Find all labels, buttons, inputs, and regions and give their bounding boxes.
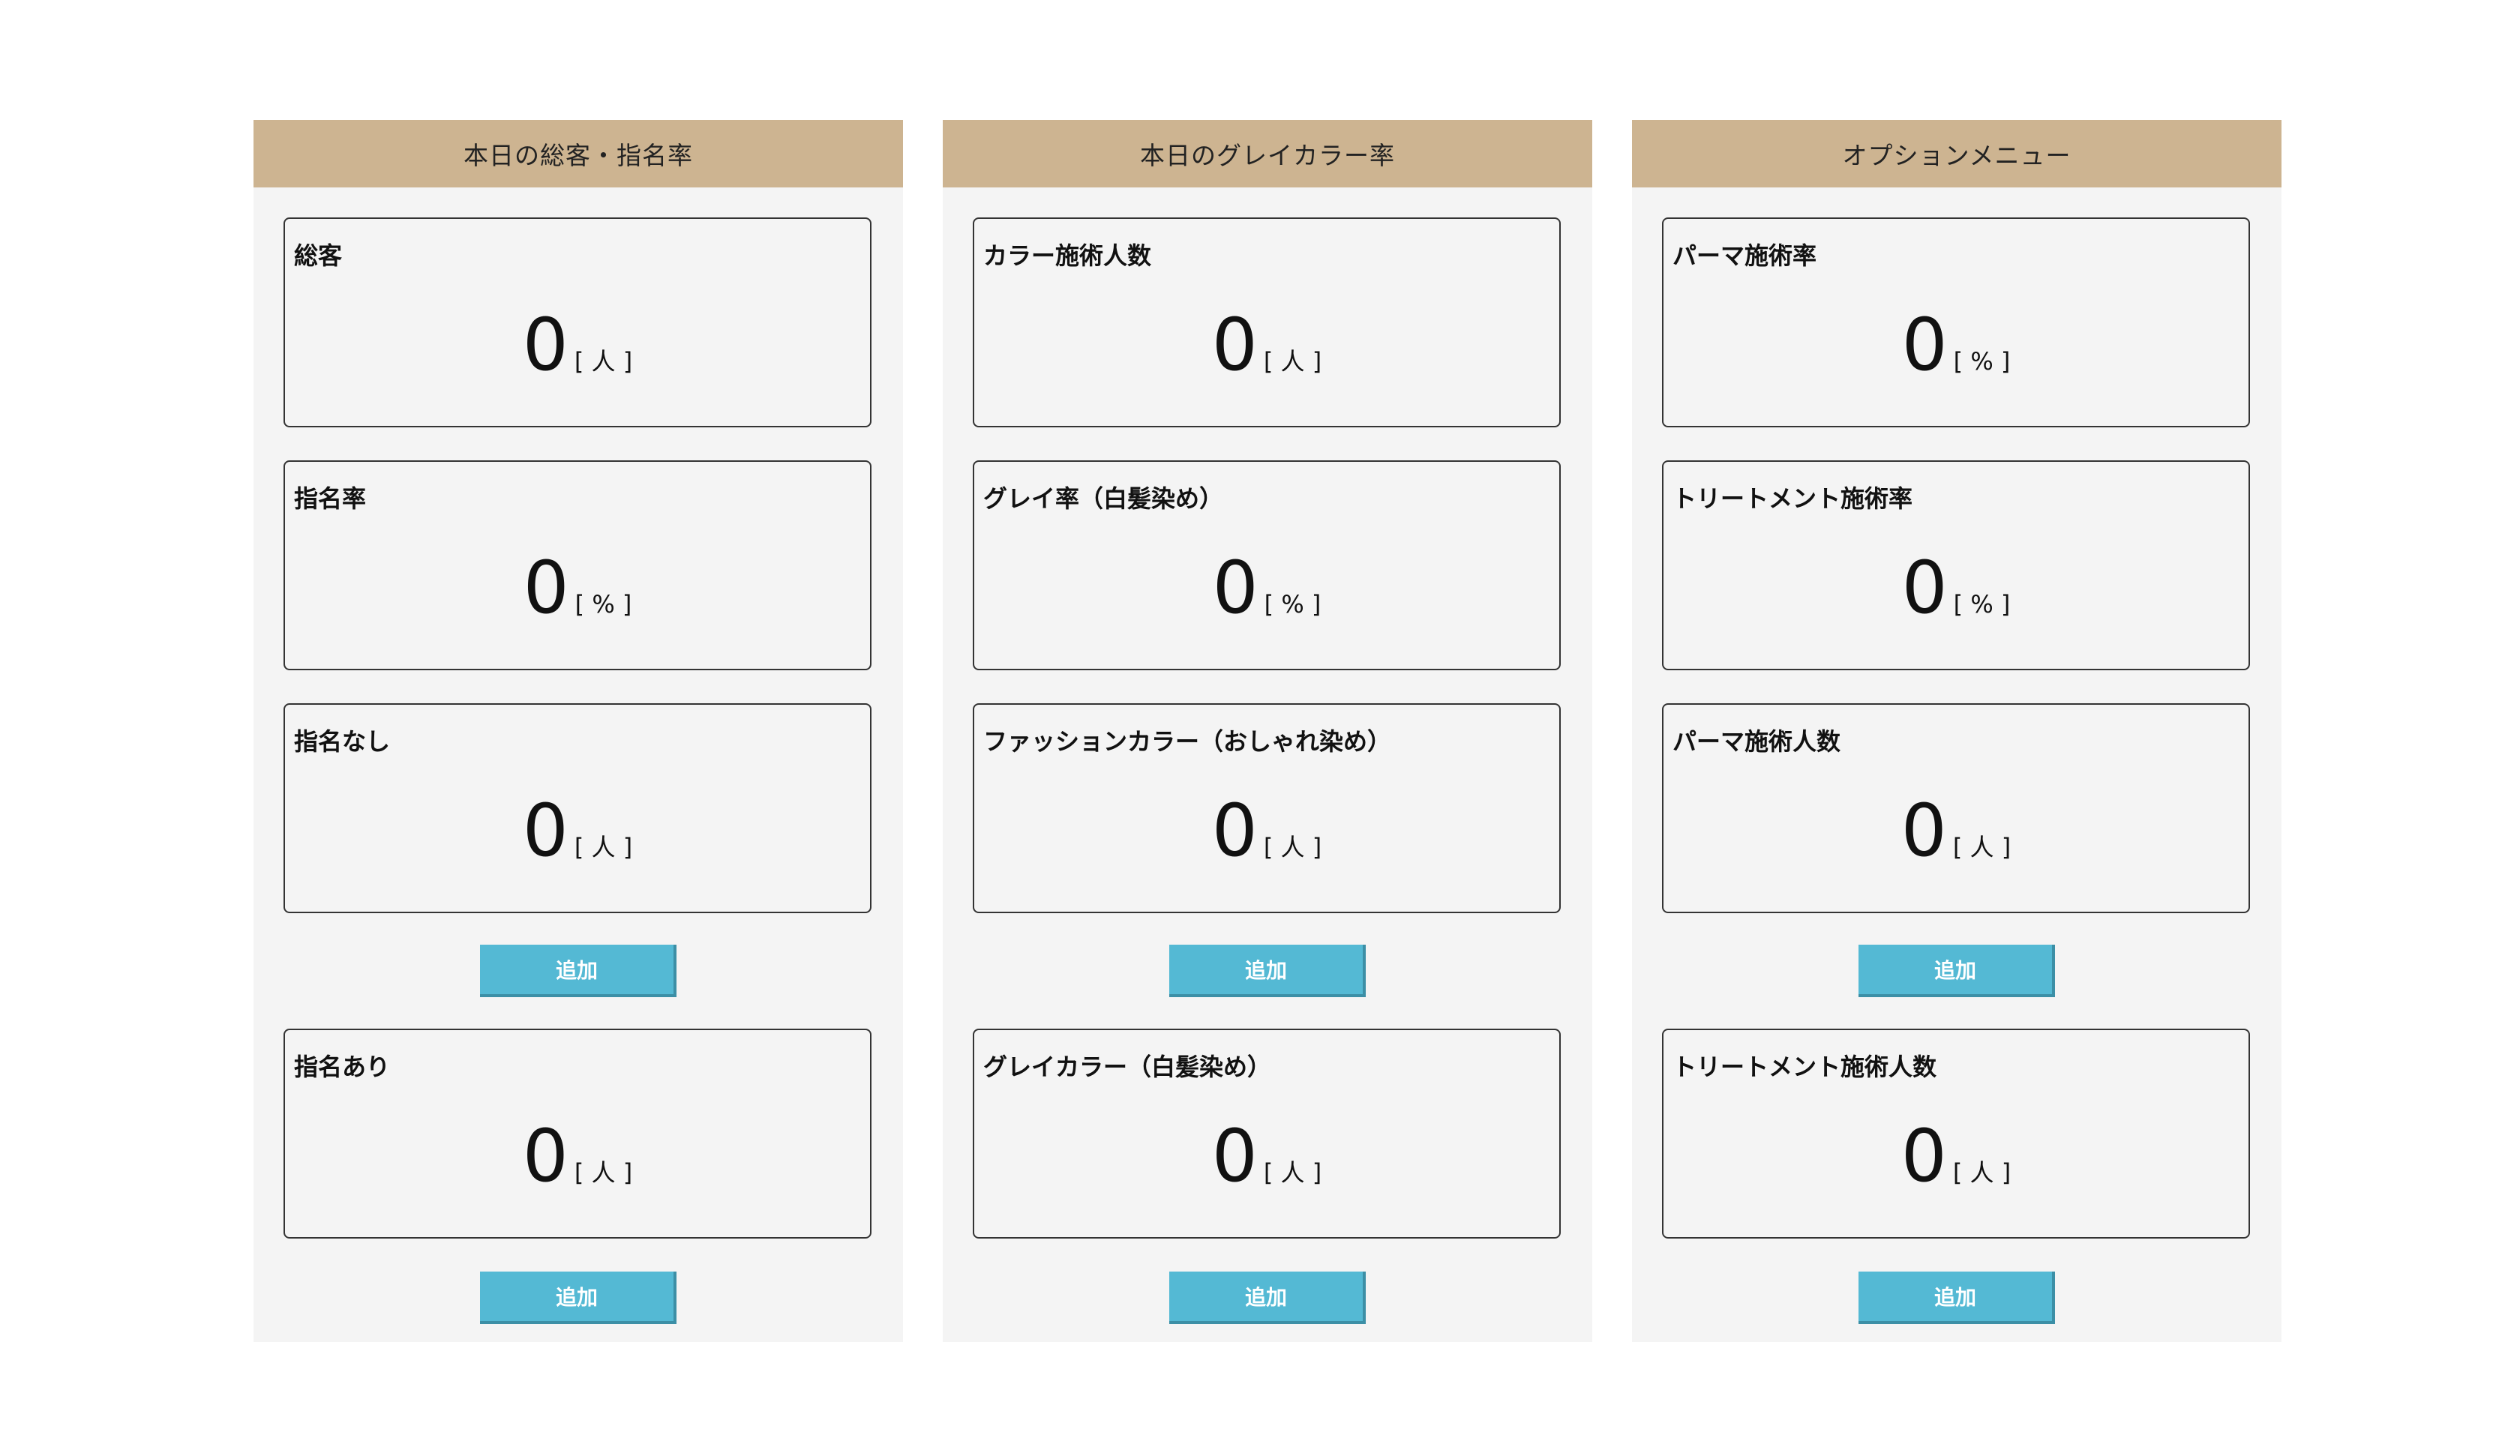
card-unit: [ 人 ] <box>1952 1158 2012 1187</box>
card-perm-count: パーマ施術人数 0[ 人 ] <box>1662 703 2250 913</box>
card-value: 0 <box>1900 1114 1947 1198</box>
card-value-row: 0[ % ] <box>1664 309 2248 381</box>
add-button[interactable]: 追加 <box>1169 1272 1366 1324</box>
card-value: 0 <box>1901 546 1948 630</box>
card-value: 0 <box>522 1114 568 1198</box>
card-perm-rate: パーマ施術率 0[ % ] <box>1662 217 2250 427</box>
card-value-row: 0[ 人 ] <box>974 309 1559 381</box>
card-label: パーマ施術人数 <box>1672 727 1841 756</box>
card-label: 指名なし <box>294 727 391 756</box>
card-label: グレイ率（白髪染め） <box>983 484 1224 513</box>
card-gray-color: グレイカラー（白髪染め） 0[ 人 ] <box>973 1029 1561 1239</box>
add-button[interactable]: 追加 <box>1858 945 2055 997</box>
panel-total-customers: 本日の総客・指名率 総客 0[ 人 ] 指名率 0[ % ] 指名なし 0[ 人… <box>254 120 903 1342</box>
card-value: 0 <box>1212 546 1258 630</box>
card-unit: [ 人 ] <box>1263 1158 1322 1187</box>
add-button[interactable]: 追加 <box>1169 945 1366 997</box>
card-unit: [ % ] <box>1953 347 2011 376</box>
panel-title: 本日の総客・指名率 <box>254 120 903 187</box>
card-value: 0 <box>522 303 568 387</box>
card-unit: [ 人 ] <box>574 347 633 376</box>
card-value-row: 0[ % ] <box>1664 552 2248 624</box>
card-value-row: 0[ 人 ] <box>974 1120 1559 1192</box>
panel-gray-color-rate: 本日のグレイカラー率 カラー施術人数 0[ 人 ] グレイ率（白髪染め） 0[ … <box>943 120 1592 1342</box>
card-unit: [ % ] <box>1953 590 2011 619</box>
card-label: パーマ施術率 <box>1672 241 1817 270</box>
card-unit: [ 人 ] <box>1952 833 2012 861</box>
card-value-row: 0[ 人 ] <box>1664 1120 2248 1192</box>
card-value: 0 <box>1211 303 1258 387</box>
card-value: 0 <box>1900 789 1947 873</box>
card-gray-rate: グレイ率（白髪染め） 0[ % ] <box>973 460 1561 670</box>
card-value-row: 0[ 人 ] <box>974 795 1559 867</box>
card-with-nomination: 指名あり 0[ 人 ] <box>284 1029 872 1239</box>
panel-title: オプションメニュー <box>1632 120 2282 187</box>
card-no-nomination: 指名なし 0[ 人 ] <box>284 703 872 913</box>
card-label: カラー施術人数 <box>983 241 1152 270</box>
card-value-row: 0[ 人 ] <box>285 309 870 381</box>
card-unit: [ 人 ] <box>574 833 633 861</box>
card-unit: [ % ] <box>1264 590 1322 619</box>
card-label: 指名あり <box>294 1053 391 1081</box>
card-value-row: 0[ 人 ] <box>285 795 870 867</box>
add-button[interactable]: 追加 <box>1858 1272 2055 1324</box>
card-label: トリートメント施術人数 <box>1672 1053 1937 1081</box>
card-color-count: カラー施術人数 0[ 人 ] <box>973 217 1561 427</box>
card-unit: [ 人 ] <box>1263 833 1322 861</box>
card-total: 総客 0[ 人 ] <box>284 217 872 427</box>
card-value: 0 <box>523 546 569 630</box>
card-value-row: 0[ % ] <box>285 552 870 624</box>
card-unit: [ % ] <box>574 590 632 619</box>
card-label: グレイカラー（白髪染め） <box>983 1053 1272 1081</box>
card-label: 指名率 <box>294 484 367 513</box>
card-value: 0 <box>522 789 568 873</box>
card-unit: [ 人 ] <box>574 1158 633 1187</box>
panel-title: 本日のグレイカラー率 <box>943 120 1592 187</box>
card-value: 0 <box>1211 789 1258 873</box>
card-label: 総客 <box>294 241 343 270</box>
card-value: 0 <box>1211 1114 1258 1198</box>
card-fashion-color: ファッションカラー（おしゃれ染め） 0[ 人 ] <box>973 703 1561 913</box>
add-button[interactable]: 追加 <box>480 1272 676 1324</box>
card-treatment-rate: トリートメント施術率 0[ % ] <box>1662 460 2250 670</box>
card-nomination-rate: 指名率 0[ % ] <box>284 460 872 670</box>
add-button[interactable]: 追加 <box>480 945 676 997</box>
card-treatment-count: トリートメント施術人数 0[ 人 ] <box>1662 1029 2250 1239</box>
card-value-row: 0[ 人 ] <box>285 1120 870 1192</box>
card-value-row: 0[ 人 ] <box>1664 795 2248 867</box>
panel-option-menu: オプションメニュー パーマ施術率 0[ % ] トリートメント施術率 0[ % … <box>1632 120 2282 1342</box>
card-label: ファッションカラー（おしゃれ染め） <box>983 727 1392 756</box>
card-unit: [ 人 ] <box>1263 347 1322 376</box>
card-value-row: 0[ % ] <box>974 552 1559 624</box>
card-value: 0 <box>1901 303 1948 387</box>
card-label: トリートメント施術率 <box>1672 484 1913 513</box>
